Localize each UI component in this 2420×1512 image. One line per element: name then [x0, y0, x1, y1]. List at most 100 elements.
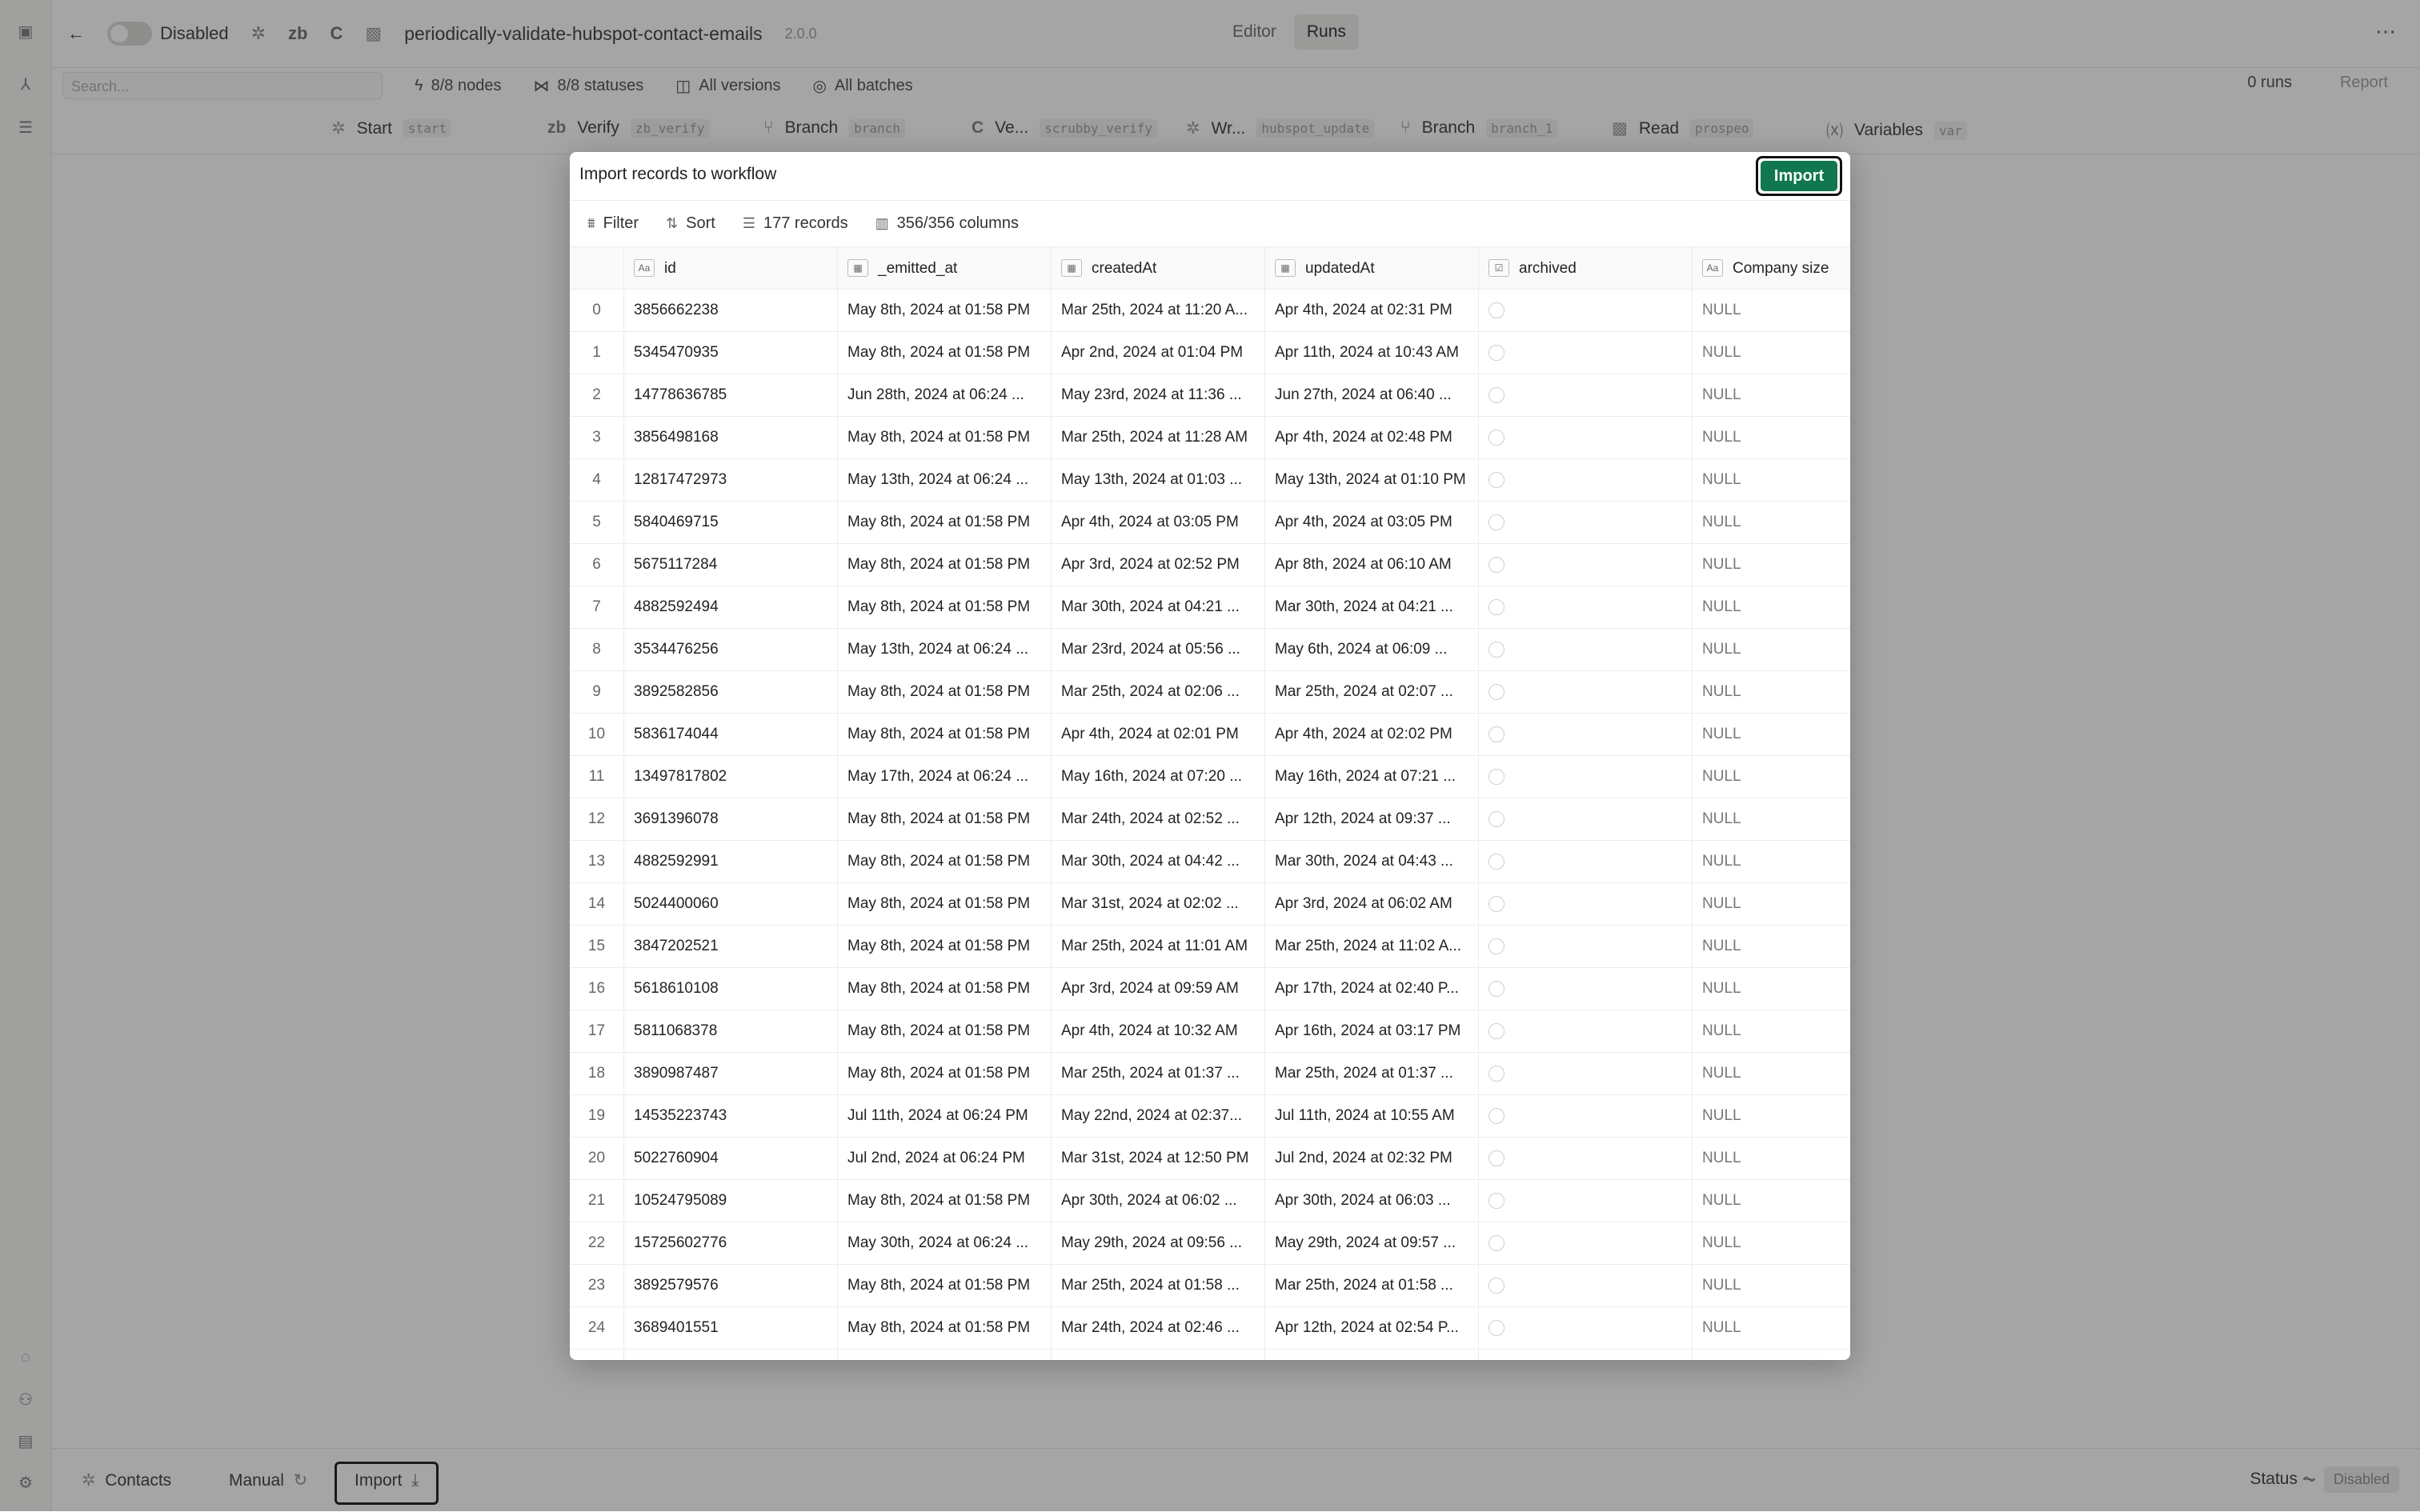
table-row[interactable]: 9 3892582856 May 8th, 2024 at 01:58 PM Mar …: [570, 671, 1850, 714]
header-label: createdAt: [1092, 259, 1157, 277]
archived-checkbox[interactable]: [1488, 938, 1504, 954]
archived-checkbox[interactable]: [1488, 1234, 1504, 1251]
table-row[interactable]: 23 3892579576 May 8th, 2024 at 01:58 PM Mar…: [570, 1265, 1850, 1307]
cell-archived: [1479, 417, 1693, 458]
table-row[interactable]: 5 5840469715 May 8th, 2024 at 01:58 PM Apr …: [570, 502, 1850, 544]
table-row[interactable]: 22 15725602776 May 30th, 2024 at 06:24 ...…: [570, 1222, 1850, 1265]
column-header-created-at[interactable]: ▦ createdAt: [1052, 247, 1265, 289]
import-button[interactable]: Import: [1756, 156, 1842, 196]
row-index: 19: [570, 1095, 624, 1137]
filter-button[interactable]: ⩩ Filter: [587, 214, 639, 233]
archived-checkbox[interactable]: [1488, 980, 1504, 997]
archived-checkbox[interactable]: [1488, 344, 1504, 361]
archived-checkbox[interactable]: [1488, 810, 1504, 827]
table-row[interactable]: 14 5024400060 May 8th, 2024 at 01:58 PM Mar…: [570, 883, 1850, 926]
header-label: Company size: [1733, 259, 1829, 277]
table-row[interactable]: 1 5345470935 May 8th, 2024 at 01:58 PM Apr …: [570, 332, 1850, 374]
columns-icon: ▥: [875, 214, 889, 231]
cell-created-at: Mar 25th, 2024 at 01:58 ...: [1052, 1265, 1265, 1306]
cell-archived: [1479, 926, 1693, 967]
table-row[interactable]: 2 14778636785 Jun 28th, 2024 at 06:24 ... M…: [570, 374, 1850, 417]
sort-button[interactable]: ⇅ Sort: [666, 214, 715, 233]
row-index: 6: [570, 544, 624, 586]
archived-checkbox[interactable]: [1488, 1192, 1504, 1209]
table-row[interactable]: 12 3691396078 May 8th, 2024 at 01:58 PM Mar…: [570, 798, 1850, 841]
cell-id: 10524795089: [624, 1180, 838, 1222]
row-index: 25: [570, 1350, 624, 1360]
archived-checkbox[interactable]: [1488, 853, 1504, 870]
cell-emitted-at: May 8th, 2024 at 01:58 PM: [838, 926, 1052, 967]
table-row[interactable]: 18 3890987487 May 8th, 2024 at 01:58 PM Mar…: [570, 1053, 1850, 1095]
archived-checkbox[interactable]: [1488, 1277, 1504, 1294]
cell-company-size: NULL: [1702, 1065, 1741, 1082]
table-row[interactable]: 19 14535223743 Jul 11th, 2024 at 06:24 PM M…: [570, 1095, 1850, 1138]
column-header-updated-at[interactable]: ▦ updatedAt: [1265, 247, 1479, 289]
checkbox-type-icon: ☑: [1488, 259, 1509, 277]
archived-checkbox[interactable]: [1488, 386, 1504, 403]
cell-created-at: Mar 31st, 2024 at 02:35 ...: [1052, 1350, 1265, 1360]
archived-checkbox[interactable]: [1488, 895, 1504, 912]
archived-checkbox[interactable]: [1488, 1319, 1504, 1336]
table-row[interactable]: 16 5618610108 May 8th, 2024 at 01:58 PM Apr…: [570, 968, 1850, 1010]
columns-button[interactable]: ▥ 356/356 columns: [875, 214, 1019, 233]
cell-company-size: NULL: [1702, 514, 1741, 530]
columns-label: 356/356 columns: [896, 214, 1019, 232]
cell-company-size: NULL: [1702, 980, 1741, 997]
column-header-emitted-at[interactable]: ▦ _emitted_at: [838, 247, 1052, 289]
column-header-company-size[interactable]: Aa Company size: [1693, 247, 1850, 289]
archived-checkbox[interactable]: [1488, 641, 1504, 658]
row-index: 12: [570, 798, 624, 840]
table-row[interactable]: 17 5811068378 May 8th, 2024 at 01:58 PM Apr…: [570, 1010, 1850, 1053]
cell-emitted-at: May 8th, 2024 at 01:58 PM: [838, 502, 1052, 543]
archived-checkbox[interactable]: [1488, 429, 1504, 446]
table-row[interactable]: 8 3534476256 May 13th, 2024 at 06:24 ... Ma…: [570, 629, 1850, 671]
table-row[interactable]: 4 12817472973 May 13th, 2024 at 06:24 ... M…: [570, 459, 1850, 502]
table-row[interactable]: 6 5675117284 May 8th, 2024 at 01:58 PM Apr …: [570, 544, 1850, 586]
cell-id: 14778636785: [624, 374, 838, 416]
cell-emitted-at: Jul 2nd, 2024 at 06:24 PM: [838, 1138, 1052, 1179]
table-row[interactable]: 0 3856662238 May 8th, 2024 at 01:58 PM Mar …: [570, 290, 1850, 332]
table-row[interactable]: 255026001133May 8th, 2024 at 01:58 PMMar…: [570, 1350, 1850, 1360]
cell-archived: [1479, 459, 1693, 501]
cell-id: 5026001133: [624, 1350, 838, 1360]
archived-checkbox[interactable]: [1488, 514, 1504, 530]
column-header-archived[interactable]: ☑ archived: [1479, 247, 1693, 289]
table-row[interactable]: 10 5836174044 May 8th, 2024 at 01:58 PM Apr…: [570, 714, 1850, 756]
cell-emitted-at: May 8th, 2024 at 01:58 PM: [838, 290, 1052, 331]
cell-company-size: NULL: [1702, 641, 1741, 658]
calendar-icon: ▦: [847, 259, 868, 277]
table-row[interactable]: 13 4882592991 May 8th, 2024 at 01:58 PM Mar…: [570, 841, 1850, 883]
archived-checkbox[interactable]: [1488, 598, 1504, 615]
table-row[interactable]: 20 5022760904 Jul 2nd, 2024 at 06:24 PM Mar…: [570, 1138, 1850, 1180]
cell-updated-at: May 13th, 2024 at 01:10 PM: [1265, 459, 1479, 501]
archived-checkbox[interactable]: [1488, 556, 1504, 573]
cell-emitted-at: May 8th, 2024 at 01:58 PM: [838, 544, 1052, 586]
table-row[interactable]: 3 3856498168 May 8th, 2024 at 01:58 PM Mar …: [570, 417, 1850, 459]
records-count[interactable]: ☰ 177 records: [743, 214, 848, 233]
archived-checkbox[interactable]: [1488, 726, 1504, 742]
records-label: 177 records: [763, 214, 848, 232]
archived-checkbox[interactable]: [1488, 1107, 1504, 1124]
archived-checkbox[interactable]: [1488, 1065, 1504, 1082]
cell-archived: [1479, 586, 1693, 628]
archived-checkbox[interactable]: [1488, 1022, 1504, 1039]
table-toolbar: ⩩ Filter ⇅ Sort ☰ 177 records ▥ 356/356 colu…: [570, 200, 1850, 246]
archived-checkbox[interactable]: [1488, 471, 1504, 488]
table-row[interactable]: 7 4882592494 May 8th, 2024 at 01:58 PM Mar …: [570, 586, 1850, 629]
header-label: _emitted_at: [878, 259, 958, 277]
archived-checkbox[interactable]: [1488, 768, 1504, 785]
table-row[interactable]: 24 3689401551 May 8th, 2024 at 01:58 PM Mar…: [570, 1307, 1850, 1350]
archived-checkbox[interactable]: [1488, 302, 1504, 318]
cell-created-at: Apr 4th, 2024 at 03:05 PM: [1052, 502, 1265, 543]
table-row[interactable]: 15 3847202521 May 8th, 2024 at 01:58 PM Mar…: [570, 926, 1850, 968]
row-index: 21: [570, 1180, 624, 1222]
row-index: 0: [570, 290, 624, 331]
archived-checkbox[interactable]: [1488, 1150, 1504, 1166]
import-records-modal: Import records to workflow Import ⩩ Filte…: [570, 152, 1850, 1360]
archived-checkbox[interactable]: [1488, 683, 1504, 700]
column-header-id[interactable]: Aa id: [624, 247, 838, 289]
table-row[interactable]: 21 10524795089 May 8th, 2024 at 01:58 PM Ap…: [570, 1180, 1850, 1222]
cell-emitted-at: Jun 28th, 2024 at 06:24 ...: [838, 374, 1052, 416]
cell-created-at: Mar 25th, 2024 at 11:28 AM: [1052, 417, 1265, 458]
table-row[interactable]: 11 13497817802 May 17th, 2024 at 06:24 ...…: [570, 756, 1850, 798]
